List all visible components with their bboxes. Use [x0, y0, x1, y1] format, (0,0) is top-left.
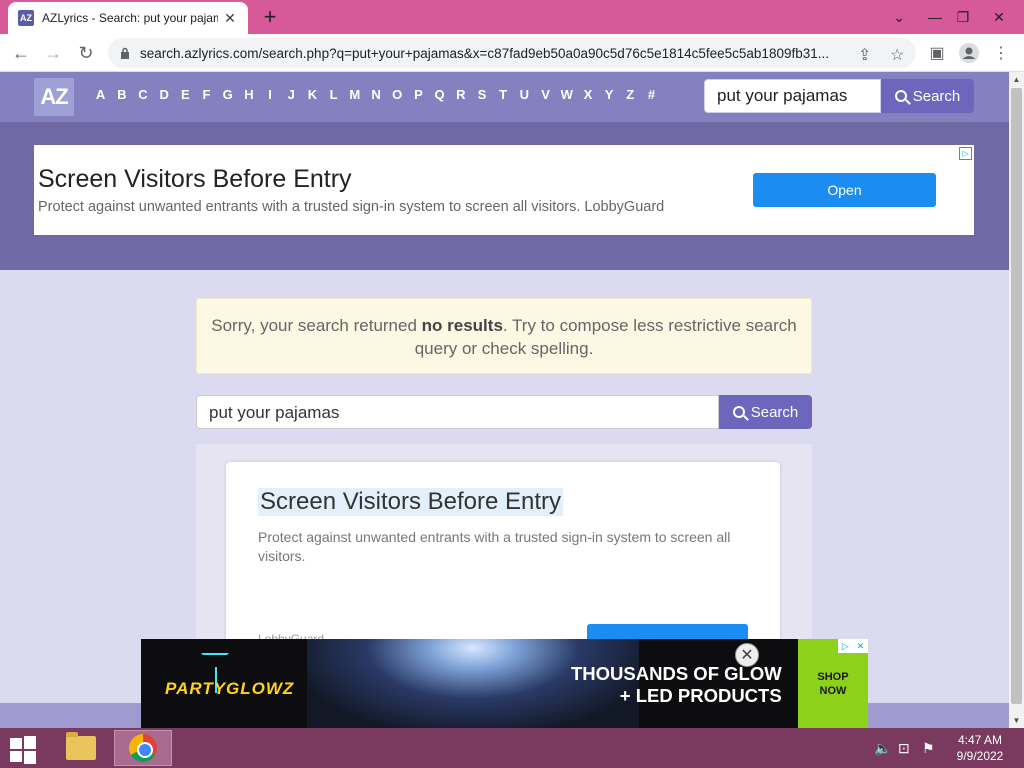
letter-link-h[interactable]: H — [238, 87, 259, 102]
chrome-taskbar-icon[interactable] — [114, 730, 172, 766]
url-text: search.azlyrics.com/search.php?q=put+you… — [140, 45, 829, 61]
shop-now-line1: SHOP — [817, 670, 849, 683]
bottom-adchoices-icon[interactable]: ▷ ✕ — [838, 639, 868, 653]
browser-tab[interactable]: AZ AZLyrics - Search: put your pajamas ✕ — [8, 2, 248, 34]
side-panel-icon[interactable]: ▣ — [926, 42, 948, 64]
inline-ad-description: Protect against unwanted entrants with a… — [258, 529, 731, 564]
header-search-input[interactable]: put your pajamas — [704, 79, 881, 113]
letter-navigation: AZ A B C D E F G H I J K L M N O P Q R S T U V W X Y Z # put your … — [0, 72, 1009, 122]
letter-link-r[interactable]: R — [450, 87, 471, 102]
main-search-button[interactable]: Search — [719, 395, 812, 429]
letter-link-w[interactable]: W — [556, 87, 577, 102]
letter-link-j[interactable]: J — [281, 87, 302, 102]
letter-link-o[interactable]: O — [387, 87, 408, 102]
tab-close-icon[interactable]: ✕ — [222, 10, 238, 27]
letter-link-s[interactable]: S — [471, 87, 492, 102]
share-icon[interactable]: ⇪ — [858, 45, 871, 65]
header-search-button-label: Search — [912, 87, 961, 105]
scroll-thumb[interactable] — [1011, 88, 1022, 704]
azlyrics-logo[interactable]: AZ — [34, 78, 74, 116]
close-ad-icon[interactable]: ✕ — [735, 643, 759, 667]
windows-start-icon[interactable] — [8, 736, 38, 764]
forward-icon[interactable]: → — [40, 40, 66, 66]
main-search-input[interactable]: put your pajamas — [196, 395, 719, 429]
letter-link-i[interactable]: I — [260, 87, 281, 102]
tab-title: AZLyrics - Search: put your pajamas — [42, 11, 218, 25]
network-icon[interactable]: ⊡ — [898, 740, 910, 757]
page-scrollbar[interactable]: ▲ ▼ — [1009, 72, 1024, 728]
letter-link-b[interactable]: B — [111, 87, 132, 102]
inline-ad-card[interactable]: Screen Visitors Before Entry Protect aga… — [226, 462, 780, 662]
speaker-muted-icon[interactable]: 🔈 — [874, 740, 891, 757]
letter-link-n[interactable]: N — [365, 87, 386, 102]
back-icon[interactable]: ← — [8, 40, 34, 66]
search-icon — [732, 406, 745, 418]
cocktail-glass-icon — [201, 653, 229, 693]
shop-now-line2: NOW — [819, 684, 847, 697]
letter-link-a[interactable]: A — [90, 87, 111, 102]
scroll-down-icon[interactable]: ▼ — [1009, 713, 1024, 728]
letter-link-e[interactable]: E — [175, 87, 196, 102]
bottom-ad-headline-line2: + LED PRODUCTS — [619, 685, 782, 706]
letter-index: A B C D E F G H I J K L M N O P Q R S T U V W X Y Z # — [90, 87, 662, 102]
bottom-ad-headline: THOUSANDS OF GLOW + LED PRODUCTS — [571, 663, 782, 707]
action-center-icon[interactable]: ⚑ — [922, 740, 935, 757]
site-header: AZ A B C D E F G H I J K L M N O P Q R S T U V W X Y Z # put your … — [0, 72, 1009, 270]
bottom-sticky-ad[interactable]: PARTYGLOWZ THOUSANDS OF GLOW + LED PRODU… — [141, 639, 868, 728]
no-results-alert: Sorry, your search returned no results. … — [196, 298, 812, 374]
letter-link-y[interactable]: Y — [599, 87, 620, 102]
letter-link-g[interactable]: G — [217, 87, 238, 102]
letter-link-c[interactable]: C — [132, 87, 153, 102]
bottom-ad-brand: PARTYGLOWZ — [165, 679, 295, 698]
bookmark-star-icon[interactable]: ☆ — [890, 45, 904, 65]
system-clock[interactable]: 4:47 AM 9/9/2022 — [950, 732, 1010, 764]
letter-link-x[interactable]: X — [577, 87, 598, 102]
letter-link-q[interactable]: Q — [429, 87, 450, 102]
clock-time: 4:47 AM — [957, 733, 1003, 747]
azlyrics-favicon-icon: AZ — [18, 10, 34, 26]
restore-icon[interactable]: ❐ — [946, 0, 980, 34]
reload-icon[interactable]: ↻ — [73, 40, 99, 66]
search-icon — [894, 90, 907, 102]
clock-date: 9/9/2022 — [956, 749, 1004, 763]
close-window-icon[interactable]: ✕ — [982, 0, 1016, 34]
inline-ad-title[interactable]: Screen Visitors Before Entry — [258, 488, 564, 516]
tab-search-chevron-icon[interactable]: ⌄ — [882, 0, 916, 34]
letter-link-hash[interactable]: # — [641, 87, 662, 102]
letter-link-k[interactable]: K — [302, 87, 323, 102]
taskbar: 🔈 ⊡ ⚑ 4:47 AM 9/9/2022 — [0, 728, 1024, 768]
header-search-button[interactable]: Search — [881, 79, 974, 113]
top-ad-title[interactable]: Screen Visitors Before Entry — [38, 165, 352, 194]
top-ad-description: Protect against unwanted entrants with a… — [38, 199, 665, 215]
browser-tab-strip: AZ AZLyrics - Search: put your pajamas ✕… — [0, 0, 1024, 34]
menu-kebab-icon[interactable]: ⋮ — [990, 42, 1012, 64]
file-explorer-icon[interactable] — [52, 730, 110, 766]
letter-link-f[interactable]: F — [196, 87, 217, 102]
main-search-button-label: Search — [750, 403, 799, 421]
adchoices-icon[interactable]: ▷ — [959, 147, 972, 160]
top-ad-banner[interactable]: Screen Visitors Before Entry Protect aga… — [34, 145, 974, 235]
no-results-bold: no results — [421, 316, 503, 335]
letter-link-m[interactable]: M — [344, 87, 365, 102]
scroll-up-icon[interactable]: ▲ — [1009, 72, 1024, 87]
top-ad-open-button[interactable]: Open — [753, 173, 936, 207]
letter-link-l[interactable]: L — [323, 87, 344, 102]
profile-avatar-icon[interactable] — [958, 42, 980, 64]
letter-link-p[interactable]: P — [408, 87, 429, 102]
letter-link-u[interactable]: U — [514, 87, 535, 102]
new-tab-icon[interactable]: + — [258, 4, 282, 30]
no-results-text-prefix: Sorry, your search returned — [211, 316, 422, 335]
letter-link-v[interactable]: V — [535, 87, 556, 102]
address-bar[interactable]: search.azlyrics.com/search.php?q=put+you… — [108, 38, 916, 68]
letter-link-d[interactable]: D — [154, 87, 175, 102]
browser-toolbar: ← → ↻ search.azlyrics.com/search.php?q=p… — [0, 34, 1024, 72]
lock-icon[interactable] — [120, 47, 130, 59]
letter-link-z[interactable]: Z — [620, 87, 641, 102]
letter-link-t[interactable]: T — [493, 87, 514, 102]
